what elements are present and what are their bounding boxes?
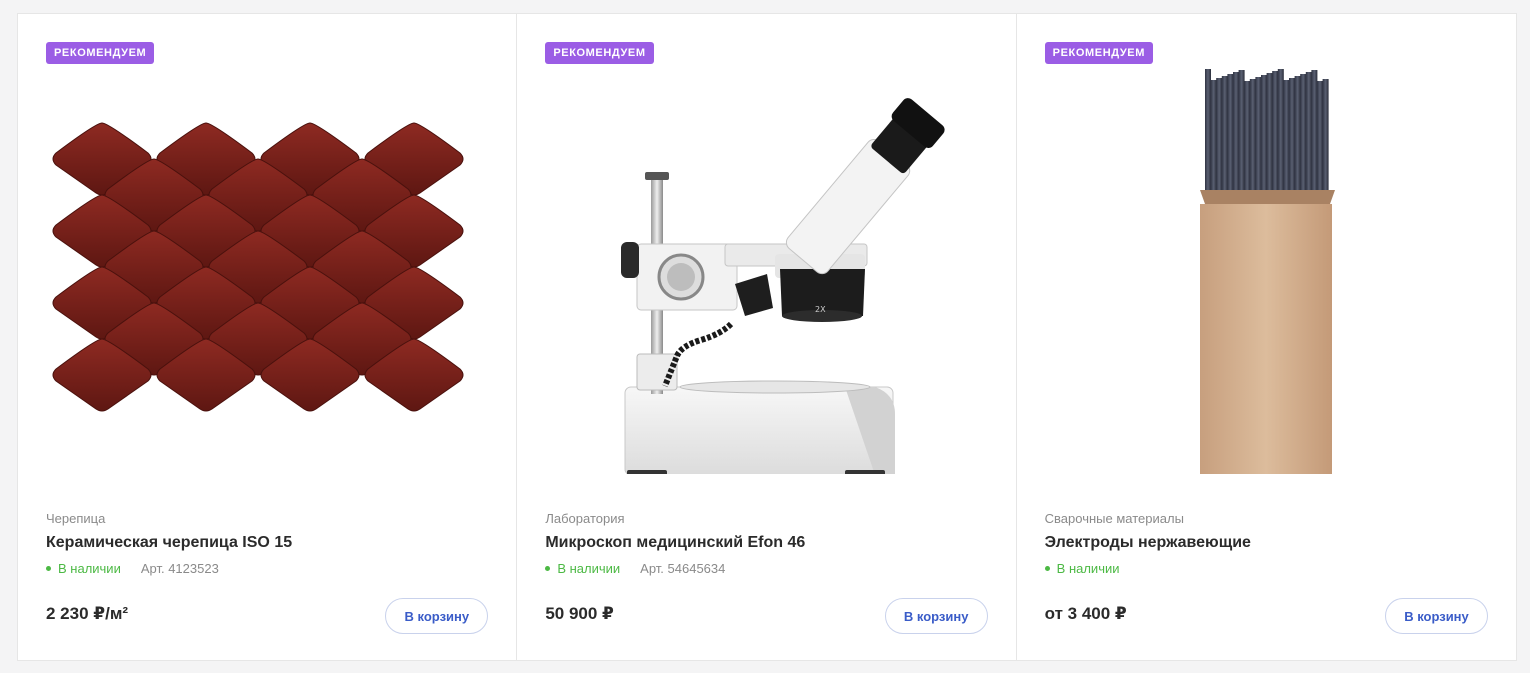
stock-status: В наличии [1056,561,1120,576]
product-title[interactable]: Керамическая черепица ISO 15 [46,534,292,552]
electrode-rod [1305,72,1312,194]
electrode-rod [1294,76,1301,194]
electrode-rod [1311,70,1318,194]
in-stock-dot-icon [1044,566,1050,571]
electrode-rod [1299,74,1306,194]
electrode-rod [1260,75,1267,194]
electrode-rod [1277,69,1284,194]
electrode-rod [1249,79,1256,194]
product-grid: РЕКОМЕНДУЕМ Черепица Керамическая черепи… [17,13,1517,661]
product-category: Черепица [46,511,106,526]
product-price: 2 230 ₽/м² [46,604,129,623]
stock-status: В наличии [557,561,621,576]
product-price: от 3 400 ₽ [1044,604,1127,623]
electrode-rod [1322,79,1329,194]
add-to-cart-button[interactable]: В корзину [1384,598,1488,634]
stock-status: В наличии [58,561,121,576]
svg-text:2X: 2X [815,305,826,314]
electrode-rod [1215,78,1222,194]
electrode-rod [1227,74,1234,194]
electrode-rod [1210,80,1217,194]
product-title[interactable]: Электроды нержавеющие [1045,534,1251,552]
electrode-rod [1283,80,1290,194]
article-number: Арт. 4123523 [140,561,219,576]
microscope-icon: 2X [621,98,945,478]
in-stock-dot-icon [545,566,551,571]
product-image[interactable] [1045,54,1489,486]
stock-row: В наличии Арт. 4123523 [46,561,219,576]
product-title[interactable]: Микроскоп медицинский Efon 46 [545,534,805,552]
electrode-rod [1232,72,1239,194]
product-card[interactable]: РЕКОМЕНДУЕМ [1017,14,1516,660]
product-category: Лаборатория [545,511,625,526]
in-stock-dot-icon [46,566,51,571]
electrodes-box-icon [1199,69,1335,486]
article-number: Арт. 54645634 [640,561,726,576]
product-price: 50 900 ₽ [545,604,614,623]
add-to-cart-button[interactable]: В корзину [385,598,489,634]
electrode-rod [1243,81,1250,194]
product-image[interactable]: 2X [545,54,989,478]
electrode-rod [1204,69,1211,194]
electrode-rod [1221,76,1228,194]
product-image[interactable] [46,54,490,474]
electrode-rod [1271,71,1278,194]
electrode-rod [1288,78,1295,194]
product-card[interactable]: РЕКОМЕНДУЕМ Черепица Керамическая черепи… [18,14,518,660]
roof-tile-icon [52,122,464,412]
product-category: Сварочные материалы [1044,511,1184,526]
stock-row: В наличии [1044,561,1120,576]
product-card[interactable]: РЕКОМЕНДУЕМ [517,14,1017,660]
electrode-rod [1316,81,1323,194]
electrode-rod [1255,77,1262,194]
electrode-rod [1238,70,1245,194]
add-to-cart-button[interactable]: В корзину [884,598,988,634]
electrode-rod [1266,73,1273,194]
stock-row: В наличии Арт. 54645634 [545,561,725,576]
